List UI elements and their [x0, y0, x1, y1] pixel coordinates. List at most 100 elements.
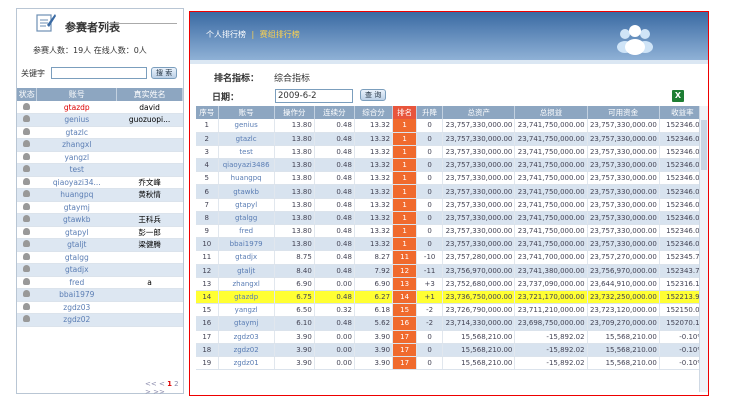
ranking-cell[interactable]: gtazlc: [218, 132, 275, 146]
search-button[interactable]: 搜 索: [151, 67, 178, 79]
ranking-row[interactable]: 7 gtapyl 13.80 0.48 13.32 1 0 23,757,330,000.00…: [196, 198, 707, 212]
participant-account[interactable]: genius: [36, 113, 117, 127]
participant-row[interactable]: gtaymj: [17, 201, 183, 214]
excel-export-icon[interactable]: X: [672, 90, 684, 102]
participant-account[interactable]: test: [36, 163, 117, 177]
date-input[interactable]: 2009-6-2: [275, 89, 353, 103]
participant-account[interactable]: zgdz02: [36, 313, 117, 327]
participant-row[interactable]: zgdz02: [17, 313, 183, 327]
ranking-cell[interactable]: gtazdp: [218, 290, 275, 305]
ranking-row[interactable]: 14 gtazdp 6.75 0.48 6.27 14 +1 23,736,750,000.0…: [196, 290, 707, 305]
ranking-cell[interactable]: gtapyl: [218, 198, 275, 212]
ranking-cell: 1: [392, 171, 418, 186]
participant-account[interactable]: gtazlc: [36, 126, 117, 139]
participant-row[interactable]: bbai1979: [17, 288, 183, 302]
participant-account[interactable]: gtawkb: [36, 213, 117, 227]
participant-row[interactable]: gtaljt 梁健腾: [17, 238, 183, 252]
participant-row[interactable]: gtapyl 彭一郎: [17, 226, 183, 239]
ranking-col-header[interactable]: 序号: [196, 106, 219, 119]
ranking-col-header[interactable]: 连续分: [314, 106, 355, 119]
tab-team-ranking[interactable]: 赛组排行榜: [260, 30, 300, 39]
participant-row[interactable]: gtazlc: [17, 126, 183, 139]
ranking-row[interactable]: 13 zhangxl 6.90 0.00 6.90 13 +3 23,752,680,000.…: [196, 277, 707, 291]
ranking-row[interactable]: 19 zgdz01 3.90 0.00 3.90 17 0 15,568,210.00 -15,…: [196, 356, 707, 371]
ranking-cell[interactable]: gtadjx: [218, 250, 275, 265]
ranking-row[interactable]: 10 bbai1979 13.80 0.48 13.32 1 0 23,757,330,000…: [196, 237, 707, 252]
ranking-row[interactable]: 2 gtazlc 13.80 0.48 13.32 1 0 23,757,330,000.00…: [196, 132, 707, 146]
ranking-col-header[interactable]: 操作分: [274, 106, 315, 119]
participant-account[interactable]: gtazdp: [36, 101, 117, 114]
ranking-cell[interactable]: gtaymj: [218, 316, 275, 331]
ranking-row[interactable]: 8 gtalgg 13.80 0.48 13.32 1 0 23,757,330,000.00…: [196, 211, 707, 226]
participant-row[interactable]: test: [17, 163, 183, 177]
participant-row[interactable]: zgdz03: [17, 301, 183, 314]
ranking-cell[interactable]: zhangxl: [218, 277, 275, 291]
participant-row[interactable]: gtalgg: [17, 251, 183, 264]
participant-account[interactable]: gtadjx: [36, 263, 117, 277]
participant-account[interactable]: yangzl: [36, 151, 117, 164]
ranking-cell[interactable]: zgdz02: [218, 343, 275, 357]
participant-account[interactable]: bbai1979: [36, 288, 117, 302]
ranking-col-header[interactable]: 账号: [218, 106, 275, 119]
ranking-row[interactable]: 9 fred 13.80 0.48 13.32 1 0 23,757,330,000.00 23…: [196, 224, 707, 239]
tab-individual-ranking[interactable]: 个人排行榜: [206, 30, 246, 39]
ranking-cell: 23,741,750,000.00: [514, 132, 588, 146]
ranking-cell[interactable]: huangpq: [218, 171, 275, 186]
ranking-cell[interactable]: gtawkb: [218, 184, 275, 199]
ranking-row[interactable]: 17 zgdz03 3.90 0.00 3.90 17 0 15,568,210.00 -15,…: [196, 330, 707, 344]
ranking-cell[interactable]: yangzl: [218, 303, 275, 318]
ranking-row[interactable]: 15 yangzl 6.50 0.32 6.18 15 -2 23,726,790,000.0…: [196, 303, 707, 318]
participant-account[interactable]: gtaymj: [36, 201, 117, 214]
participant-account[interactable]: zhangxl: [36, 138, 117, 152]
ranking-cell[interactable]: qiaoyazi3486: [218, 158, 275, 173]
ranking-cell[interactable]: gtaljt: [218, 264, 275, 278]
ranking-row[interactable]: 3 test 13.80 0.48 13.32 1 0 23,757,330,000.00 23…: [196, 145, 707, 160]
participant-row[interactable]: yangzl: [17, 151, 183, 164]
participant-account[interactable]: gtalgg: [36, 251, 117, 264]
query-button[interactable]: 查 询: [360, 89, 387, 101]
participant-account[interactable]: qiaoyazi34...: [36, 176, 117, 189]
participant-row[interactable]: gtawkb 王科兵: [17, 213, 183, 227]
participant-account[interactable]: fred: [36, 276, 117, 289]
ranking-row[interactable]: 16 gtaymj 6.10 0.48 5.62 16 -2 23,714,330,000.0…: [196, 316, 707, 331]
pager-page-2[interactable]: 2: [174, 380, 178, 388]
participant-account[interactable]: zgdz03: [36, 301, 117, 314]
ranking-cell[interactable]: zgdz01: [218, 356, 275, 371]
ranking-col-header[interactable]: 总资产: [442, 106, 516, 119]
ranking-col-header[interactable]: 可用资金: [587, 106, 660, 119]
ranking-cell[interactable]: gtalgg: [218, 211, 275, 226]
ranking-cell[interactable]: bbai1979: [218, 237, 275, 252]
ranking-row[interactable]: 4 qiaoyazi3486 13.80 0.48 13.32 1 0 23,757,330,…: [196, 158, 707, 173]
participant-row[interactable]: genius guozuopi...: [17, 113, 183, 127]
participant-row[interactable]: gtadjx: [17, 263, 183, 277]
ranking-col-header[interactable]: 排名: [392, 106, 418, 119]
participant-row[interactable]: zhangxl: [17, 138, 183, 152]
participant-account[interactable]: huangpq: [36, 188, 117, 202]
pager-next[interactable]: > >>: [145, 388, 165, 396]
ranking-cell[interactable]: zgdz03: [218, 330, 275, 344]
ranking-col-header[interactable]: 综合分: [354, 106, 394, 119]
ranking-row[interactable]: 5 huangpq 13.80 0.48 13.32 1 0 23,757,330,000.0…: [196, 171, 707, 186]
ranking-row[interactable]: 6 gtawkb 13.80 0.48 13.32 1 0 23,757,330,000.00…: [196, 184, 707, 199]
pager-prev[interactable]: << <: [145, 380, 165, 388]
participant-row[interactable]: fred a: [17, 276, 183, 289]
participant-account[interactable]: gtapyl: [36, 226, 117, 239]
ranking-cell[interactable]: test: [218, 145, 275, 160]
ranking-row[interactable]: 11 gtadjx 8.75 0.48 8.27 11 -10 23,757,280,000.…: [196, 250, 707, 265]
ranking-col-header[interactable]: 升降: [416, 106, 444, 119]
ranking-row[interactable]: 18 zgdz02 3.90 0.00 3.90 17 0 15,568,210.00 -15,…: [196, 343, 707, 357]
ranking-row[interactable]: 12 gtaljt 8.40 0.48 7.92 12 -11 23,756,970,000.…: [196, 264, 707, 278]
ranking-row[interactable]: 1 genius 13.80 0.48 13.32 1 0 23,757,330,000.00…: [196, 119, 707, 133]
search-input[interactable]: [51, 67, 147, 79]
ranking-cell[interactable]: fred: [218, 224, 275, 239]
participant-account[interactable]: gtaljt: [36, 238, 117, 252]
ranking-col-header[interactable]: 总损益: [514, 106, 588, 119]
scrollbar-thumb[interactable]: [701, 120, 707, 170]
participant-row[interactable]: gtazdp david: [17, 101, 183, 114]
participant-row[interactable]: qiaoyazi34... 乔文峰: [17, 176, 183, 189]
ranking-cell[interactable]: genius: [218, 119, 275, 133]
offline-user-icon: [23, 127, 31, 135]
pager-page-1[interactable]: 1: [167, 380, 172, 388]
participant-row[interactable]: huangpq 黄秋情: [17, 188, 183, 202]
scrollbar[interactable]: [699, 106, 708, 392]
